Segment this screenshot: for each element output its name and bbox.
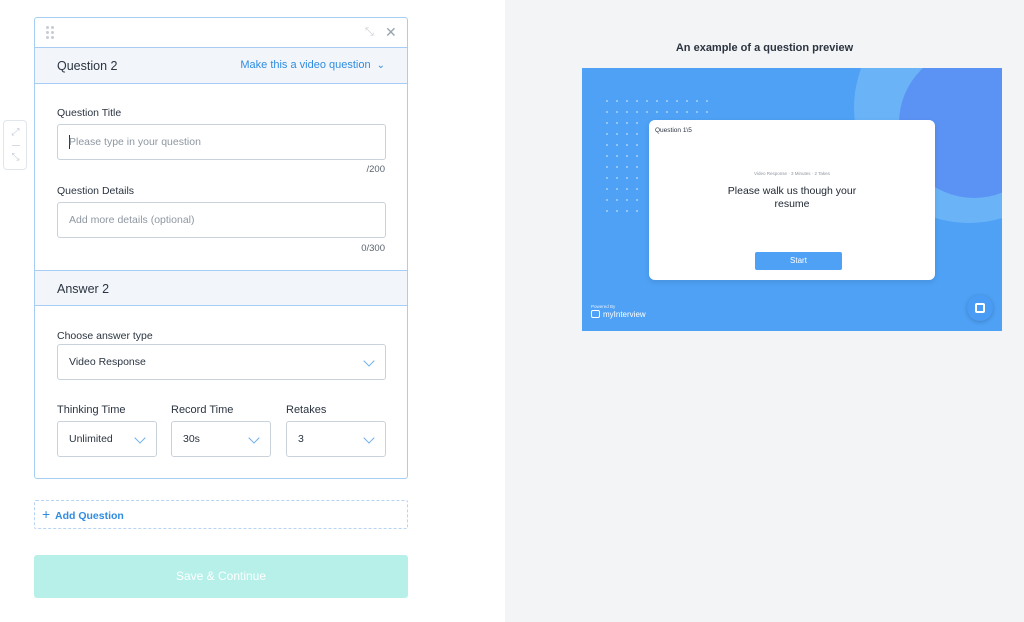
- record-time-select[interactable]: 30s: [171, 421, 271, 457]
- question-title-input[interactable]: Please type in your question: [57, 124, 386, 160]
- answer-type-value: Video Response: [69, 356, 146, 368]
- chevron-down-icon: [363, 432, 375, 444]
- preview-question-number: Question 1\5: [655, 127, 692, 134]
- question-title-label: Question Title: [57, 107, 122, 119]
- question-header: Question 2: [57, 59, 118, 73]
- retakes-select[interactable]: 3: [286, 421, 386, 457]
- video-link-label: Make this a video question: [240, 59, 371, 71]
- preview-pane: An example of a question preview Questio…: [505, 0, 1024, 622]
- question-details-label: Question Details: [57, 185, 135, 197]
- minimize-icon[interactable]: ⤡: [365, 26, 377, 38]
- thinking-time-select[interactable]: Unlimited: [57, 421, 157, 457]
- question-details-placeholder: Add more details (optional): [69, 214, 195, 226]
- preview-question-meta: Video Response · 3 Minutes · 2 Takes: [754, 171, 830, 176]
- card-toolbar: ⤡ ✕: [35, 18, 407, 48]
- preview-title: An example of a question preview: [675, 42, 854, 54]
- preview-start-button[interactable]: Start: [755, 252, 842, 270]
- chevron-down-icon: [134, 432, 146, 444]
- editor-pane: ⤢ ⤡ ⤡ ✕ Question 2 Make this a video que…: [0, 0, 505, 622]
- retakes-label: Retakes: [286, 404, 327, 416]
- question-preview: Question 1\5 Video Response · 3 Minutes …: [582, 68, 1002, 331]
- thinking-time-value: Unlimited: [69, 433, 113, 445]
- powered-by-label: Powered By: [591, 304, 616, 309]
- question-card: ⤡ ✕ Question 2 Make this a video questio…: [34, 17, 408, 479]
- answer-type-select[interactable]: Video Response: [57, 344, 386, 380]
- chat-button[interactable]: [967, 295, 993, 321]
- side-toolbar: ⤢ ⤡: [3, 120, 27, 170]
- retakes-value: 3: [298, 433, 304, 445]
- answer-header: Answer 2: [57, 282, 110, 296]
- chat-bubble-icon: [591, 310, 600, 318]
- chevron-down-icon: [248, 432, 260, 444]
- question-details-input[interactable]: Add more details (optional): [57, 202, 386, 238]
- record-time-label: Record Time: [171, 404, 234, 416]
- close-icon[interactable]: ✕: [385, 25, 397, 39]
- question-section-header: Question 2 Make this a video question ⌄: [35, 48, 407, 84]
- chevron-down-icon: [363, 355, 375, 367]
- answer-type-label: Choose answer type: [57, 330, 153, 342]
- record-time-value: 30s: [183, 433, 200, 445]
- details-char-counter: 0/300: [361, 243, 385, 254]
- save-continue-button[interactable]: Save & Continue: [34, 555, 408, 598]
- thinking-time-label: Thinking Time: [57, 404, 126, 416]
- drag-handle-icon[interactable]: [46, 26, 56, 40]
- question-title-placeholder: Please type in your question: [69, 136, 201, 148]
- collapse-icon[interactable]: ⤡: [10, 152, 21, 163]
- brand-name: myInterview: [603, 310, 646, 319]
- expand-icon[interactable]: ⤢: [10, 127, 21, 138]
- title-char-counter: /200: [366, 164, 386, 175]
- chat-icon: [975, 303, 985, 313]
- divider: [12, 145, 20, 146]
- brand-logo: myInterview: [591, 310, 646, 319]
- preview-question-text: Please walk us though your resume: [727, 185, 857, 210]
- add-question-button[interactable]: + Add Question: [34, 500, 408, 529]
- preview-question-card: Question 1\5 Video Response · 3 Minutes …: [649, 120, 935, 280]
- answer-section-header: Answer 2: [35, 270, 407, 306]
- add-question-label: Add Question: [55, 510, 124, 522]
- plus-icon: +: [42, 506, 51, 522]
- make-video-question-link[interactable]: Make this a video question ⌄: [240, 59, 385, 71]
- chevron-down-icon: ⌄: [376, 60, 385, 71]
